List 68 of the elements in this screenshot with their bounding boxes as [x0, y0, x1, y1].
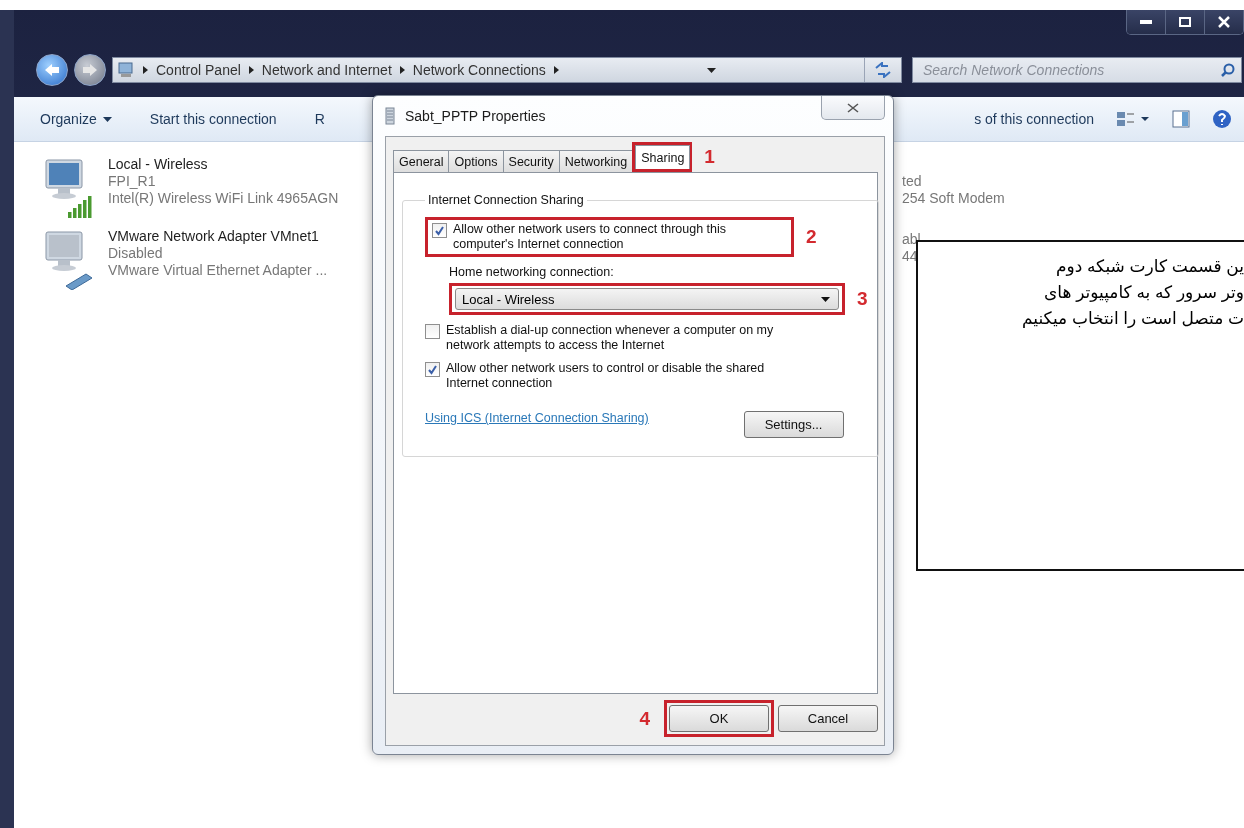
- dropdown-arrow-icon[interactable]: [706, 67, 716, 73]
- chevron-icon: [553, 66, 559, 74]
- chevron-icon: [143, 66, 148, 74]
- chevron-icon: [248, 66, 254, 74]
- preview-pane-icon[interactable]: [1172, 110, 1190, 128]
- cancel-button[interactable]: Cancel: [778, 705, 878, 732]
- group-title: Internet Connection Sharing: [427, 193, 585, 207]
- search-icon: [1221, 63, 1235, 77]
- tab[interactable]: Security: [502, 150, 560, 172]
- breadcrumb-item[interactable]: Network Connections: [412, 62, 546, 78]
- tab[interactable]: Sharing: [635, 145, 691, 169]
- connection-device: Intel(R) Wireless WiFi Link 4965AGN: [108, 190, 339, 207]
- refresh-icon: [874, 62, 892, 78]
- connection-status: ted: [902, 173, 923, 190]
- close-button[interactable]: [1204, 10, 1243, 34]
- maximize-icon: [1179, 17, 1191, 27]
- help-link[interactable]: Using ICS (Internet Connection Sharing): [425, 411, 649, 425]
- back-button[interactable]: [36, 54, 68, 86]
- minimize-button[interactable]: [1127, 10, 1165, 34]
- field-caption: Home networking connection:: [449, 265, 615, 279]
- connection-name[interactable]: Local - Wireless: [108, 156, 339, 173]
- dropdown[interactable]: Local - Wireless: [455, 288, 839, 310]
- toolbar-item[interactable]: R: [314, 111, 325, 127]
- checkbox[interactable]: [425, 362, 440, 377]
- checkbox-label[interactable]: Allow other network users to connect through this computer's Internet connection: [432, 222, 787, 252]
- connection-device: 254 Soft Modem: [902, 190, 1006, 207]
- close-icon: [847, 102, 859, 113]
- toolbar-item[interactable]: Start this connection: [149, 111, 277, 127]
- step-number: 3: [857, 288, 868, 310]
- ok-button[interactable]: OK: [669, 705, 769, 732]
- caret-icon: [102, 116, 112, 122]
- connection-status: Disabled: [108, 245, 164, 262]
- toolbar-item[interactable]: s of this connection: [974, 111, 1094, 127]
- caret-icon: [821, 296, 830, 302]
- annotation-text: ین قسمت کارت شبکه دوم: [1054, 256, 1244, 278]
- checkbox-label[interactable]: Establish a dial-up connection whenever a computer on my network attempts to access the Internet: [425, 323, 795, 353]
- minimize-icon: [1140, 20, 1152, 24]
- breadcrumb-item[interactable]: Control Panel: [156, 62, 241, 78]
- step-number: 1: [704, 146, 715, 168]
- annotation-text: وتر سرور که به کامپیوتر های: [1043, 282, 1244, 305]
- tab[interactable]: Networking: [558, 150, 634, 172]
- annotation-text: ت متصل است را انتخاب میکنیم: [1021, 308, 1244, 330]
- settings-button[interactable]: Settings...: [743, 411, 844, 438]
- connection-name[interactable]: VMware Network Adapter VMnet1: [108, 228, 328, 245]
- back-arrow-icon: [44, 63, 60, 77]
- connection-device: VMware Virtual Ethernet Adapter ...: [108, 262, 328, 279]
- forward-button[interactable]: [74, 54, 106, 86]
- toolbar-item[interactable]: Organize: [40, 111, 112, 127]
- step-number: 4: [639, 707, 650, 730]
- checkbox[interactable]: [425, 324, 440, 339]
- checkbox[interactable]: [432, 223, 447, 238]
- step-number: 2: [806, 226, 817, 248]
- help-icon[interactable]: [1212, 109, 1232, 129]
- address-bar[interactable]: Control Panel Network and Internet Network Connections: [112, 57, 902, 83]
- maximize-button[interactable]: [1165, 10, 1204, 34]
- breadcrumb-item[interactable]: Network and Internet: [261, 62, 392, 78]
- forward-arrow-icon: [82, 63, 98, 77]
- connection-device: 44: [902, 248, 919, 265]
- chevron-icon: [399, 66, 405, 74]
- connection-status: FPI_R1: [108, 173, 157, 190]
- tab[interactable]: Options: [448, 150, 504, 172]
- connection-icon: [385, 107, 395, 125]
- close-icon: [1218, 16, 1230, 28]
- checkbox-label[interactable]: Allow other network users to control or disable the shared Internet connection: [425, 361, 795, 391]
- dialog-title: Sabt_PPTP Properties: [405, 108, 546, 124]
- tab[interactable]: General: [393, 150, 450, 172]
- control-panel-icon: [117, 61, 135, 79]
- view-options-icon[interactable]: [1116, 110, 1150, 128]
